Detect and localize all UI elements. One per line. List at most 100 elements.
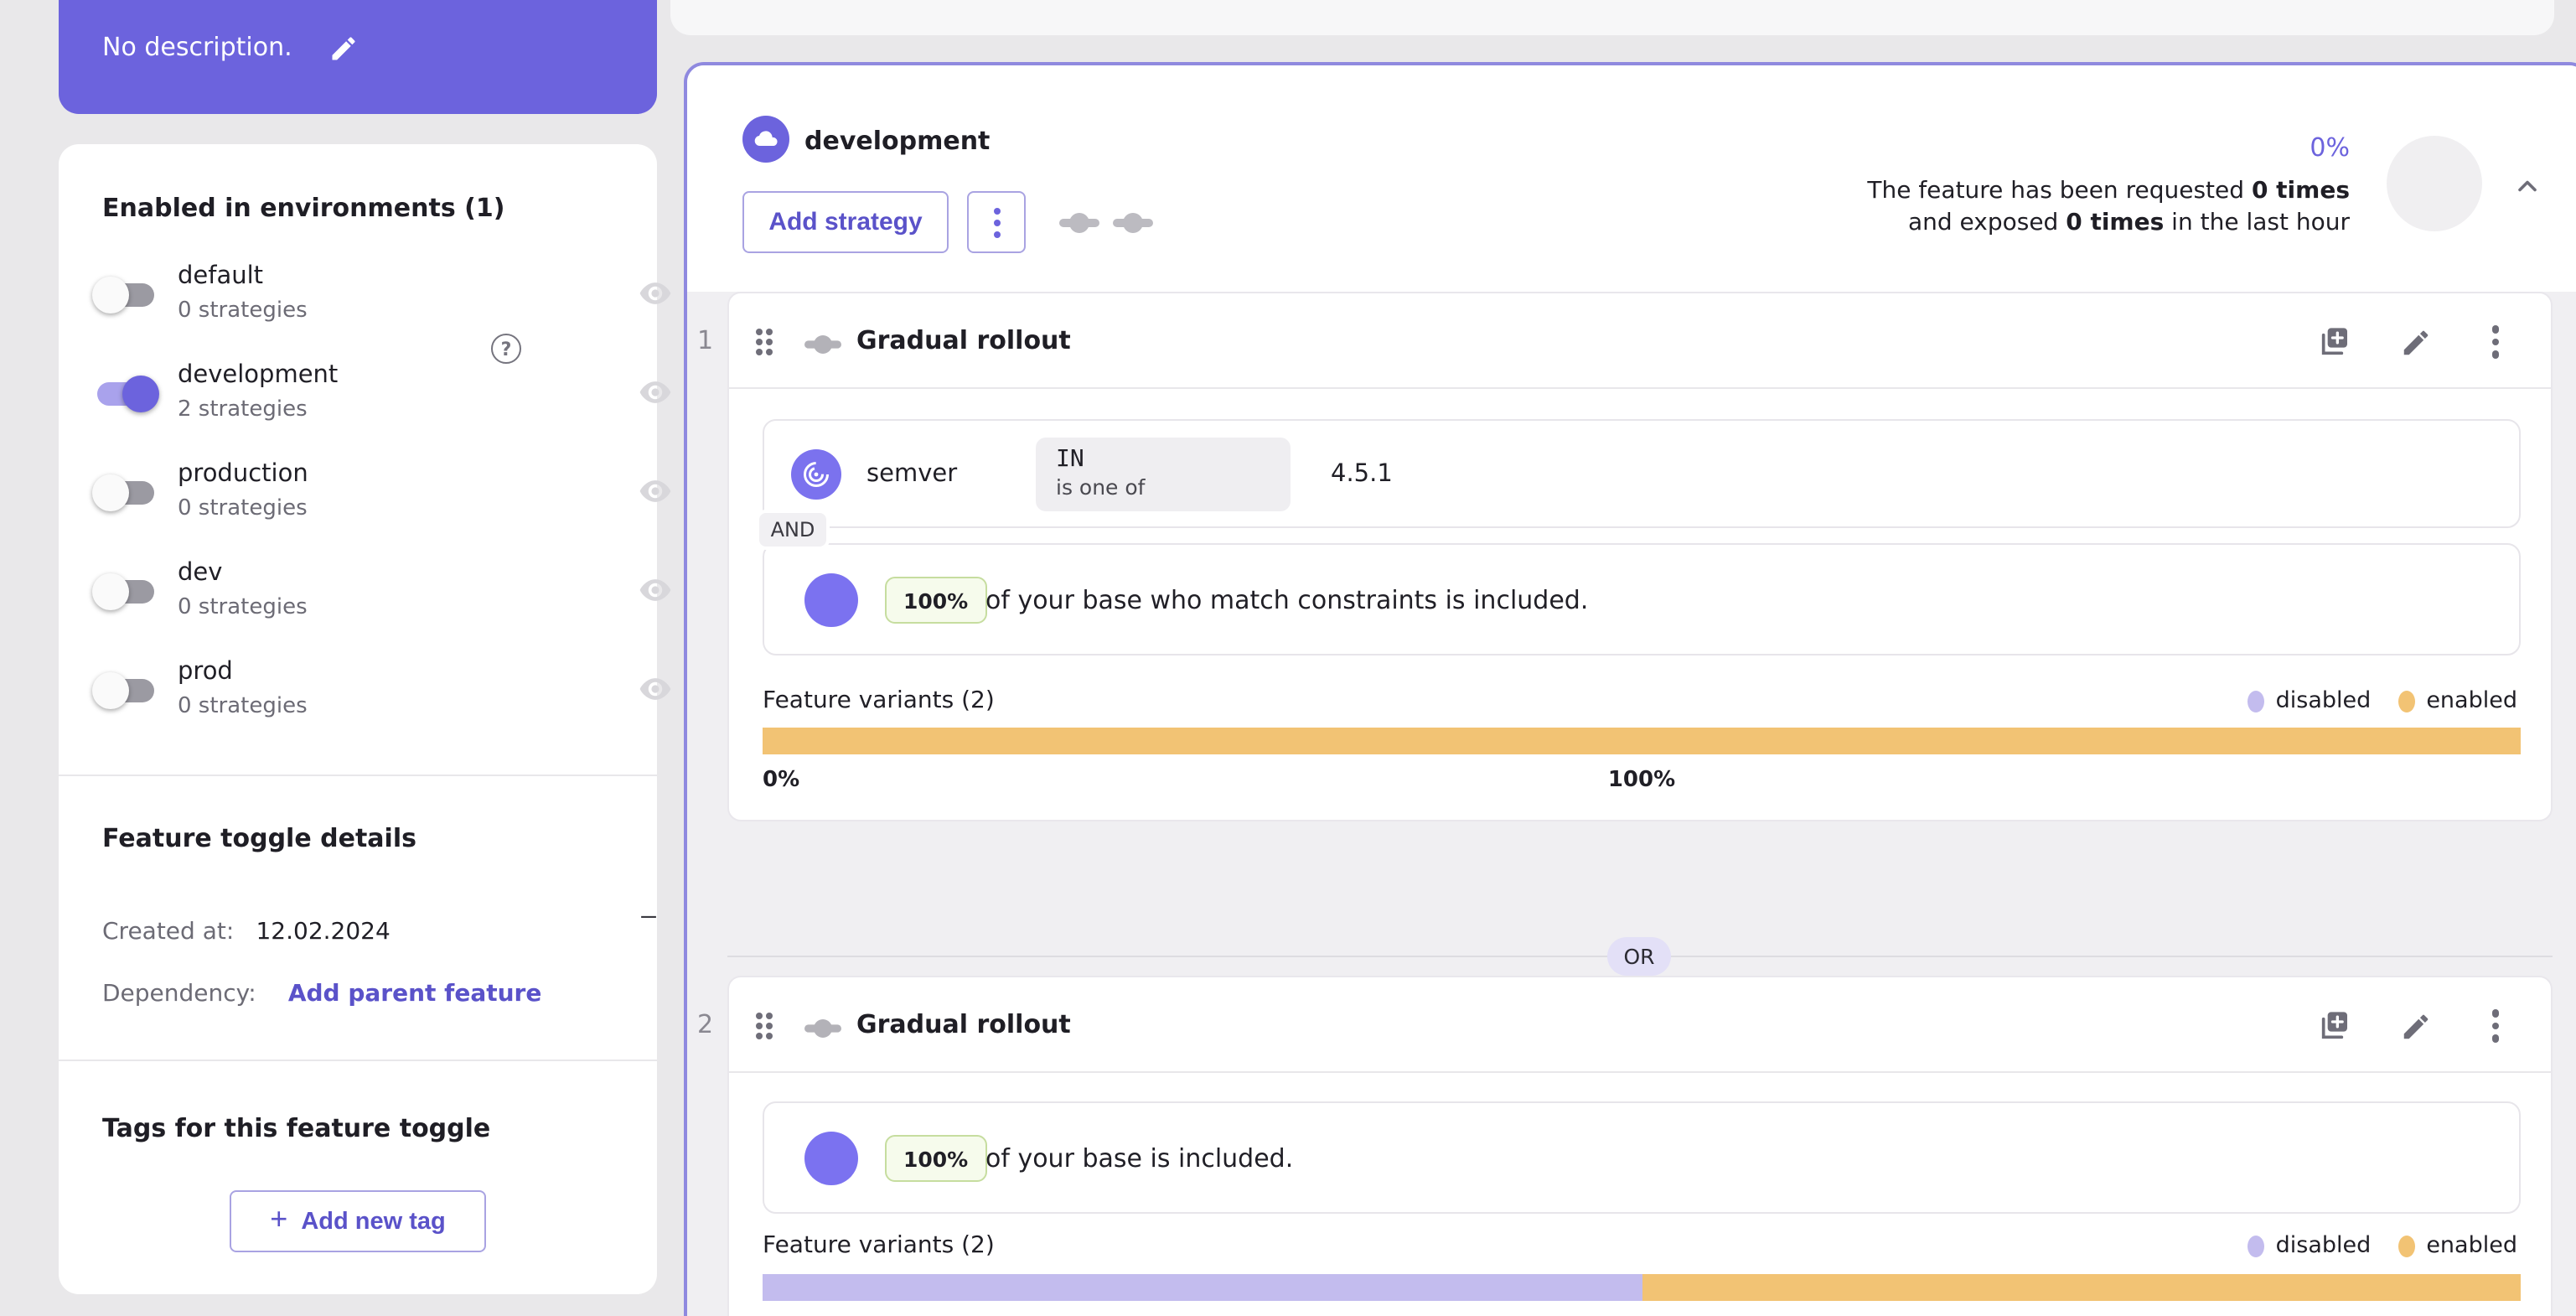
environment-badge	[742, 116, 789, 163]
environment-name: production	[178, 461, 308, 488]
strategy-header: Gradual rollout	[729, 293, 2551, 389]
environment-strategies-card: development Add strategy 0% The feature …	[684, 62, 2576, 1316]
rollout-strategy-icon	[804, 330, 841, 362]
copy-strategy-button[interactable]	[2310, 1001, 2360, 1051]
toggle-dev[interactable]	[92, 573, 159, 610]
variant-segment-enabled	[763, 728, 2521, 754]
strategy-separator: OR	[727, 937, 2553, 976]
strategy-number: 2	[697, 1009, 714, 1039]
variants-bar	[763, 1274, 2521, 1301]
variant-segment-enabled	[1642, 1274, 2521, 1301]
strategy-card-1: Gradual rollout semver IN is one of 4.5.…	[727, 292, 2553, 821]
environment-name: dev	[178, 560, 223, 587]
strategy-header: Gradual rollout	[729, 977, 2551, 1073]
add-new-tag-button[interactable]: + Add new tag	[230, 1190, 486, 1252]
page: No description. Enabled in environments …	[0, 0, 2576, 1316]
rollout-strategy-icon	[804, 1014, 841, 1046]
variant-segment-disabled	[763, 1274, 1642, 1301]
environment-strategy-count: 0 strategies	[178, 496, 308, 521]
dependency-label: Dependency:	[102, 981, 256, 1008]
constraint-values: 4.5.1	[1331, 461, 1393, 488]
copy-plus-icon	[2321, 1012, 2347, 1039]
variants-legend: disabled enabled	[2247, 1232, 2517, 1259]
rollout-percentage-circle	[804, 573, 858, 627]
previous-section-card	[670, 0, 2554, 35]
created-at-row: Created at: 12.02.2024	[102, 914, 391, 946]
strategy-menu-button[interactable]	[2470, 317, 2521, 367]
environment-strategy-count: 0 strategies	[178, 595, 308, 620]
strategy-menu-button[interactable]	[2470, 1001, 2521, 1051]
copy-plus-icon	[2321, 328, 2347, 355]
toggle-development[interactable]	[92, 376, 159, 412]
rollout-box: 100% of your base is included.	[763, 1101, 2521, 1214]
collapse-environment-button[interactable]	[2506, 166, 2549, 210]
edit-strategy-button[interactable]	[2390, 317, 2440, 367]
metrics-donut-chart	[2387, 136, 2482, 231]
variants-bar	[763, 728, 2521, 754]
legend-item-enabled: enabled	[2398, 1232, 2517, 1259]
drag-handle[interactable]	[756, 329, 781, 355]
strategy-preview-icon	[1059, 210, 1099, 233]
strategy-title: Gradual rollout	[856, 325, 1071, 355]
cloud-icon	[754, 131, 778, 146]
edit-description-button[interactable]	[318, 23, 369, 74]
environment-row-production: production 0 strategies	[59, 458, 671, 545]
constraint-operator: IN	[1056, 446, 1084, 473]
add-strategy-button[interactable]: Add strategy	[742, 191, 949, 253]
legend-item-disabled: disabled	[2247, 687, 2371, 714]
kebab-icon	[2491, 1009, 2500, 1043]
drag-handle[interactable]	[756, 1013, 781, 1039]
constraint-operator-chip: IN is one of	[1036, 438, 1291, 511]
sidebar-card: Enabled in environments (1) ? default 0 …	[59, 144, 671, 1294]
legend-item-enabled: enabled	[2398, 687, 2517, 714]
strategy-number: 1	[697, 325, 714, 355]
environment-menu-button[interactable]	[967, 191, 1026, 253]
tags-section-title: Tags for this feature toggle	[102, 1113, 491, 1143]
rollout-percentage-circle	[804, 1132, 858, 1185]
eye-icon[interactable]	[635, 572, 675, 612]
description-card: No description.	[59, 0, 657, 114]
variants-bar-labels: 0% 100%	[763, 768, 2521, 795]
metrics-line-1: The feature has been requested 0 times	[1867, 178, 2350, 205]
divider	[59, 1060, 657, 1061]
environment-title: development	[804, 126, 991, 156]
eye-icon[interactable]	[635, 275, 675, 315]
created-at-value: 12.02.2024	[256, 919, 391, 946]
environment-row-development: development 2 strategies	[59, 359, 671, 446]
add-new-tag-label: Add new tag	[301, 1208, 446, 1235]
constraint-operator-description: is one of	[1056, 474, 1146, 500]
feature-variants-label: Feature variants (2)	[763, 687, 995, 714]
environment-name: prod	[178, 659, 233, 686]
copy-strategy-button[interactable]	[2310, 317, 2360, 367]
collapse-details-button[interactable]: –	[630, 899, 667, 935]
toggle-prod[interactable]	[92, 672, 159, 709]
eye-icon[interactable]	[635, 374, 675, 414]
environment-row-dev: dev 0 strategies	[59, 557, 671, 644]
rollout-description: of your base is included.	[985, 1143, 1294, 1174]
legend-item-disabled: disabled	[2247, 1232, 2371, 1259]
pencil-icon	[332, 37, 355, 60]
metrics-summary: 0% The feature has been requested 0 time…	[1867, 132, 2350, 240]
exposure-percent: 0%	[2310, 132, 2350, 163]
or-separator-chip: OR	[1607, 937, 1671, 976]
metrics-line-2: and exposed 0 times in the last hour	[1907, 210, 2350, 236]
toggle-default[interactable]	[92, 277, 159, 313]
add-parent-feature-link[interactable]: Add parent feature	[288, 981, 542, 1008]
environment-row-default: default 0 strategies	[59, 260, 671, 347]
variants-legend: disabled enabled	[2247, 687, 2517, 714]
strategy-title: Gradual rollout	[856, 1009, 1071, 1039]
edit-strategy-button[interactable]	[2390, 1001, 2440, 1051]
environment-strategy-count: 0 strategies	[178, 298, 308, 324]
rollout-percent-chip: 100%	[885, 577, 987, 624]
strategy-preview-icon	[1113, 210, 1153, 233]
environment-strategy-count: 2 strategies	[178, 397, 308, 422]
toggle-production[interactable]	[92, 474, 159, 511]
variant-segment-label: 0%	[763, 768, 800, 793]
rollout-percent-chip: 100%	[885, 1135, 987, 1182]
rollout-description: of your base who match constraints is in…	[985, 585, 1589, 615]
created-at-label: Created at:	[102, 919, 235, 946]
eye-icon[interactable]	[635, 473, 675, 513]
eye-icon[interactable]	[635, 671, 675, 711]
rollout-box: 100% of your base who match constraints …	[763, 543, 2521, 655]
description-text: No description.	[102, 32, 292, 62]
